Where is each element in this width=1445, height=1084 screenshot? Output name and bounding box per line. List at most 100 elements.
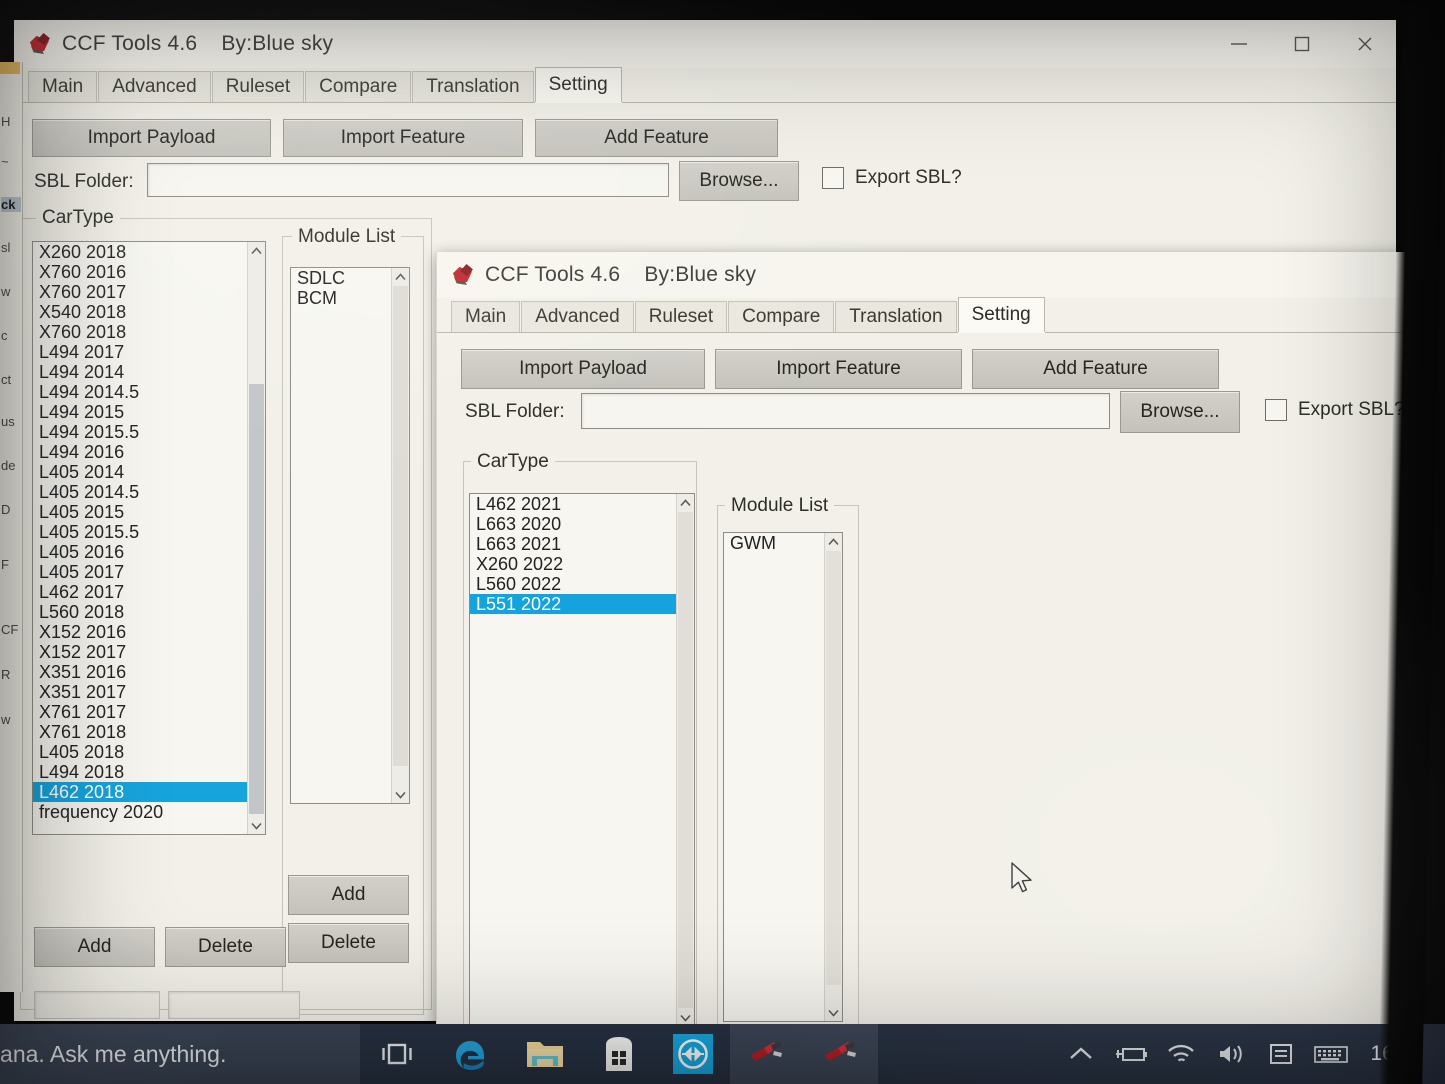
tab-ruleset[interactable]: Ruleset (635, 301, 727, 332)
modulelist-items-background[interactable]: SDLCBCM (291, 268, 392, 308)
tab-setting[interactable]: Setting (535, 67, 622, 102)
cartype-list-item[interactable]: X152 2017 (33, 642, 248, 662)
cartype-list-item[interactable]: X760 2018 (33, 322, 248, 342)
cartype-add-button[interactable]: Add (34, 927, 155, 967)
cartype-list-item[interactable]: X260 2022 (470, 554, 677, 574)
close-icon[interactable] (1333, 20, 1396, 68)
import-feature-button[interactable]: Import Feature (715, 349, 962, 389)
volume-icon[interactable] (1206, 1042, 1256, 1066)
tabstrip-background[interactable]: Main Advanced Ruleset Compare Translatio… (14, 68, 1396, 103)
cartype-list-item[interactable]: frequency 2020 (33, 802, 248, 822)
cartype-list-item[interactable]: X761 2017 (33, 702, 248, 722)
cartype-list-item[interactable]: L494 2014 (33, 362, 248, 382)
action-center-icon[interactable] (1256, 1042, 1306, 1066)
module-list-item[interactable]: GWM (724, 533, 825, 553)
modulelist-listbox-background[interactable]: SDLCBCM (290, 267, 410, 804)
cartype-items-foreground[interactable]: L462 2021L663 2020L663 2021X260 2022L560… (470, 494, 677, 614)
cartype-listbox-foreground[interactable]: L462 2021L663 2020L663 2021X260 2022L560… (469, 493, 695, 1027)
cartype-list-item[interactable]: L494 2014.5 (33, 382, 248, 402)
ccf-tools-window-foreground[interactable]: CCF Tools 4.6 By:Blue sky Main Advanced … (436, 252, 1409, 1038)
cartype-list-item[interactable]: L462 2021 (470, 494, 677, 514)
tab-main[interactable]: Main (28, 71, 97, 102)
scroll-down-icon[interactable] (248, 817, 265, 834)
tab-ruleset[interactable]: Ruleset (212, 71, 304, 102)
cartype-items-background[interactable]: X260 2018X760 2016X760 2017X540 2018X760… (33, 242, 248, 822)
cartype-list-item[interactable]: X540 2018 (33, 302, 248, 322)
scroll-thumb[interactable] (826, 551, 841, 985)
task-view-icon[interactable] (360, 1024, 434, 1084)
cartype-list-item[interactable]: L494 2015 (33, 402, 248, 422)
ccf-tools-icon-1[interactable] (730, 1024, 804, 1084)
scroll-down-icon[interactable] (825, 1004, 842, 1021)
cartype-scrollbar-foreground[interactable] (676, 494, 694, 1026)
module-add-button[interactable]: Add (288, 875, 409, 915)
sbl-folder-input[interactable] (581, 393, 1110, 429)
tab-main[interactable]: Main (451, 301, 520, 332)
cartype-delete-button[interactable]: Delete (165, 927, 286, 967)
edge-icon[interactable] (434, 1024, 508, 1084)
modulelist-items-foreground[interactable]: GWM (724, 533, 825, 553)
module-list-item[interactable]: BCM (291, 288, 392, 308)
cartype-list-item[interactable]: L560 2022 (470, 574, 677, 594)
tab-translation[interactable]: Translation (835, 301, 956, 332)
add-feature-button[interactable]: Add Feature (535, 119, 778, 157)
battery-icon[interactable] (1106, 1044, 1156, 1064)
scroll-up-icon[interactable] (825, 533, 842, 550)
cartype-list-item[interactable]: L405 2016 (33, 542, 248, 562)
bottom-field-2[interactable] (168, 991, 300, 1019)
modulelist-scrollbar-foreground[interactable] (824, 533, 842, 1021)
scroll-up-icon[interactable] (677, 494, 694, 511)
import-payload-button[interactable]: Import Payload (461, 349, 705, 389)
cartype-list-item[interactable]: X260 2018 (33, 242, 248, 262)
wifi-icon[interactable] (1156, 1042, 1206, 1066)
cartype-list-item[interactable]: L663 2020 (470, 514, 677, 534)
modulelist-scrollbar-background[interactable] (391, 268, 409, 803)
tab-advanced[interactable]: Advanced (521, 301, 634, 332)
cartype-list-item[interactable]: L405 2015 (33, 502, 248, 522)
cartype-list-item[interactable]: X351 2017 (33, 682, 248, 702)
cartype-list-item-selected[interactable]: L462 2018 (33, 782, 248, 802)
cartype-list-item[interactable]: X760 2017 (33, 282, 248, 302)
cartype-list-item[interactable]: L405 2014 (33, 462, 248, 482)
tab-advanced[interactable]: Advanced (98, 71, 211, 102)
cartype-list-item[interactable]: X351 2016 (33, 662, 248, 682)
cartype-list-item[interactable]: L462 2017 (33, 582, 248, 602)
cartype-list-item[interactable]: L560 2018 (33, 602, 248, 622)
titlebar-background[interactable]: CCF Tools 4.6 By:Blue sky (14, 20, 1396, 68)
bottom-field-1[interactable] (34, 991, 160, 1019)
teamviewer-icon[interactable] (656, 1024, 730, 1084)
add-feature-button[interactable]: Add Feature (972, 349, 1219, 389)
tab-compare[interactable]: Compare (305, 71, 411, 102)
cartype-list-item[interactable]: L494 2018 (33, 762, 248, 782)
keyboard-icon[interactable] (1306, 1043, 1356, 1065)
import-feature-button[interactable]: Import Feature (283, 119, 523, 157)
tabstrip-foreground[interactable]: Main Advanced Ruleset Compare Translatio… (437, 298, 1409, 333)
sbl-folder-input[interactable] (147, 163, 669, 197)
microsoft-store-icon[interactable] (582, 1024, 656, 1084)
browse-button[interactable]: Browse... (679, 161, 799, 201)
scroll-thumb[interactable] (249, 384, 264, 814)
minimize-icon[interactable] (1207, 20, 1270, 68)
cartype-list-item[interactable]: X760 2016 (33, 262, 248, 282)
cartype-list-item[interactable]: L405 2018 (33, 742, 248, 762)
modulelist-listbox-foreground[interactable]: GWM (723, 532, 843, 1022)
scroll-up-icon[interactable] (392, 268, 409, 285)
scroll-up-icon[interactable] (248, 242, 265, 259)
module-delete-button[interactable]: Delete (288, 923, 409, 963)
file-explorer-icon[interactable] (508, 1024, 582, 1084)
scroll-thumb[interactable] (393, 286, 408, 766)
cartype-scrollbar-background[interactable] (247, 242, 265, 834)
cartype-list-item-selected[interactable]: L551 2022 (470, 594, 677, 614)
cartype-list-item[interactable]: L494 2016 (33, 442, 248, 462)
browse-button[interactable]: Browse... (1120, 391, 1240, 433)
cortana-search-box[interactable]: rtana. Ask me anything. (0, 1024, 360, 1084)
cartype-list-item[interactable]: X761 2018 (33, 722, 248, 742)
scroll-thumb[interactable] (678, 512, 693, 1008)
cartype-list-item[interactable]: L405 2015.5 (33, 522, 248, 542)
ccf-tools-icon-2[interactable] (804, 1024, 878, 1084)
maximize-icon[interactable] (1270, 20, 1333, 68)
import-payload-button[interactable]: Import Payload (32, 119, 271, 157)
tab-compare[interactable]: Compare (728, 301, 834, 332)
taskbar[interactable]: rtana. Ask me anything. (0, 1024, 1445, 1084)
titlebar-foreground[interactable]: CCF Tools 4.6 By:Blue sky (437, 252, 1409, 298)
